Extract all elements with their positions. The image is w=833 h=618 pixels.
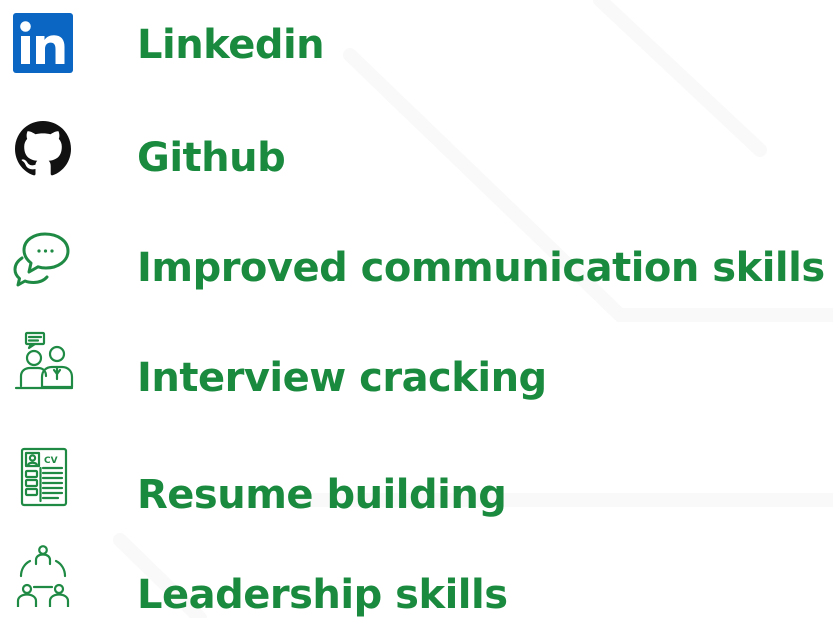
list-item-resume: CV Resume building: [0, 445, 833, 545]
item-label: Improved communication skills: [137, 245, 825, 291]
list-item-linkedin: Linkedin: [0, 0, 833, 100]
list-item-communication: Improved communication skills: [0, 220, 833, 320]
item-label: Leadership skills: [137, 572, 508, 618]
github-icon: [12, 118, 74, 180]
list-item-github: Github: [0, 110, 833, 210]
list-item-interview: Interview cracking: [0, 330, 833, 430]
list-item-leadership: Leadership skills: [0, 545, 833, 618]
linkedin-icon: [12, 12, 74, 74]
item-label: Interview cracking: [137, 355, 547, 401]
feature-list: Linkedin Github Improved communication s…: [0, 0, 833, 618]
resume-cv-icon: CV: [12, 445, 74, 507]
item-label: Github: [137, 135, 286, 181]
svg-text:CV: CV: [44, 456, 58, 466]
leadership-team-icon: [12, 545, 74, 607]
item-label: Resume building: [137, 472, 507, 518]
interview-icon: [12, 330, 74, 392]
chat-bubbles-icon: [12, 228, 74, 290]
item-label: Linkedin: [137, 22, 325, 68]
